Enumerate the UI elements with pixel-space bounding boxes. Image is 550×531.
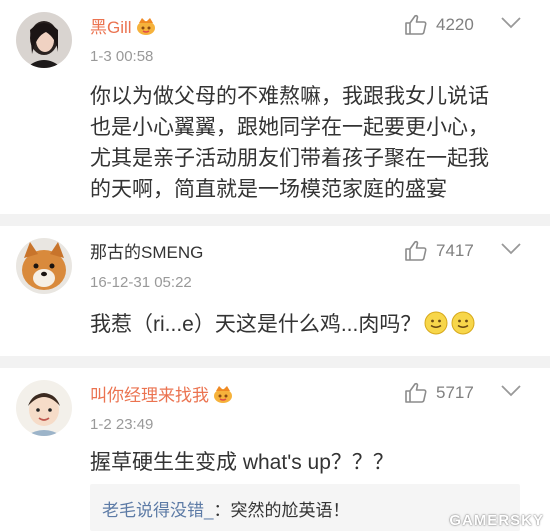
comment-text-line: 你以为做父母的不难熬嘛，我跟我女儿说话: [90, 85, 489, 108]
username-label[interactable]: 黑Gill: [90, 18, 132, 37]
smiley-emoji-icon: [451, 311, 475, 344]
comment-2: 那古的SMENG 16-12-31 05:22 7417 我惹（ri...e）天…: [0, 226, 550, 358]
comment-text-content: 我惹（ri...e）天这是什么鸡...肉吗？: [90, 313, 422, 336]
divider: [0, 214, 550, 226]
crown-badge-icon: [213, 385, 233, 408]
reply-text: 老毛说得没错_：突然的尬英语！: [102, 496, 349, 521]
username[interactable]: 叫你经理来找我: [90, 385, 233, 408]
divider: [0, 356, 550, 368]
username[interactable]: 那古的SMENG: [90, 243, 203, 263]
username-label[interactable]: 叫你经理来找我: [90, 386, 209, 405]
smiley-emoji-icon: [424, 311, 448, 344]
avatar[interactable]: [16, 12, 72, 68]
timestamp: 1-3 00:58: [90, 48, 154, 65]
watermark: GAMERSKY: [449, 512, 544, 529]
comment-1: 黑Gill 1-3 00:58 4220 你以为做父母的不难熬嘛，我跟我女儿说话…: [0, 0, 550, 215]
avatar[interactable]: [16, 380, 72, 436]
thumbs-up-icon: [404, 240, 428, 267]
comment-text: 握草硬生生变成 what's up？？？: [90, 451, 394, 474]
chevron-down-icon[interactable]: [500, 242, 522, 261]
like-count: 4220: [436, 15, 474, 34]
reply-username[interactable]: 老毛说得没错_: [102, 501, 213, 520]
chevron-down-icon[interactable]: [500, 384, 522, 403]
thumbs-up-icon: [404, 382, 428, 409]
like-count: 5717: [436, 383, 474, 402]
reply-content: ：突然的尬英语！: [213, 501, 350, 520]
username[interactable]: 黑Gill: [90, 17, 156, 40]
comment-text-line: 的天啊，简直就是一场模范家庭的盛宴: [90, 178, 447, 201]
comment-text-line: 尤其是亲子活动朋友们带着孩子聚在一起我: [90, 147, 489, 170]
timestamp: 16-12-31 05:22: [90, 274, 192, 291]
thumbs-up-icon: [404, 14, 428, 41]
comment-text-line: 也是小心翼翼，跟她同学在一起要更小心，: [90, 116, 489, 139]
crown-badge-icon: [136, 17, 156, 40]
chevron-down-icon[interactable]: [500, 16, 522, 35]
comment-text: 你以为做父母的不难熬嘛，我跟我女儿说话 也是小心翼翼，跟她同学在一起要更小心， …: [90, 81, 535, 205]
avatar[interactable]: [16, 238, 72, 294]
like-count: 7417: [436, 241, 474, 260]
comment-text: 我惹（ri...e）天这是什么鸡...肉吗？: [90, 309, 535, 344]
timestamp: 1-2 23:49: [90, 416, 154, 433]
